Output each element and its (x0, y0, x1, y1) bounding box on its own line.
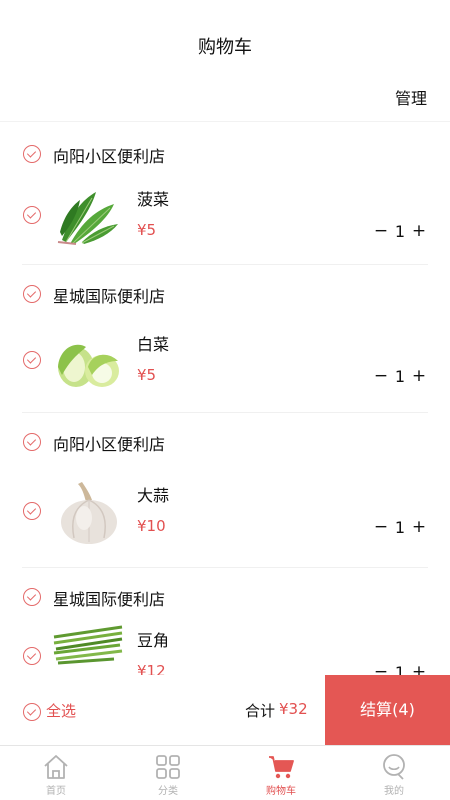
decrease-button[interactable]: − (372, 517, 390, 537)
increase-button[interactable]: + (410, 517, 428, 537)
decrease-button[interactable]: − (372, 221, 390, 241)
tab-label: 我的 (384, 786, 404, 797)
cart-item: 白菜 ¥5 − 1 + (0, 327, 450, 417)
home-icon (44, 755, 68, 779)
tab-category[interactable]: 分类 (112, 746, 224, 800)
store-checkbox[interactable] (23, 145, 41, 163)
spinach-image[interactable] (52, 182, 124, 248)
quantity-stepper: − 1 + (372, 220, 428, 242)
decrease-button[interactable]: − (372, 366, 390, 386)
store-header: 向阳小区便利店 (0, 134, 450, 174)
store-checkbox[interactable] (23, 588, 41, 606)
product-name: 豆角 (137, 631, 170, 650)
select-all-label[interactable]: 全选 (46, 700, 76, 721)
increase-button[interactable]: + (410, 221, 428, 241)
item-checkbox[interactable] (23, 206, 41, 224)
store-header: 星城国际便利店 (0, 577, 450, 617)
checkout-button[interactable]: 结算(4) (325, 675, 450, 745)
quantity-value[interactable]: 1 (390, 663, 410, 676)
item-checkbox[interactable] (23, 502, 41, 520)
cabbage-image[interactable] (52, 327, 124, 393)
store-checkbox[interactable] (23, 433, 41, 451)
category-icon (156, 755, 180, 779)
cart-item: 大蒜 ¥10 − 1 + (0, 478, 450, 568)
profile-icon (383, 754, 405, 780)
cart-item: 豆角 ¥12 − 1 + (0, 623, 450, 675)
tab-cart[interactable]: 购物车 (225, 746, 337, 800)
product-name: 白菜 (137, 335, 170, 354)
store-name: 向阳小区便利店 (53, 147, 166, 166)
total-amount: ¥32 (279, 700, 308, 718)
store-checkbox[interactable] (23, 285, 41, 303)
header: 购物车 管理 (0, 0, 450, 122)
divider (22, 264, 428, 265)
quantity-stepper: − 1 + (372, 516, 428, 538)
cart-list[interactable]: 向阳小区便利店 菠菜 ¥5 − 1 + 星城国际便利店 白菜 ¥5 − 1 + … (0, 123, 450, 675)
quantity-stepper: − 1 + (372, 365, 428, 387)
quantity-stepper: − 1 + (372, 661, 428, 675)
quantity-value[interactable]: 1 (390, 222, 410, 241)
quantity-value[interactable]: 1 (390, 367, 410, 386)
product-price: ¥5 (137, 366, 157, 384)
green-beans-image[interactable] (52, 623, 124, 675)
product-name: 大蒜 (137, 486, 170, 505)
product-price: ¥5 (137, 221, 157, 239)
tab-home[interactable]: 首页 (0, 746, 112, 800)
tab-bar: 首页 分类 购物车 我的 (0, 745, 450, 800)
product-price: ¥12 (137, 662, 166, 675)
tab-label: 分类 (158, 786, 178, 797)
item-checkbox[interactable] (23, 351, 41, 369)
store-header: 星城国际便利店 (0, 274, 450, 314)
cart-icon (269, 756, 294, 779)
store-name: 向阳小区便利店 (53, 435, 166, 454)
store-header: 向阳小区便利店 (0, 422, 450, 462)
increase-button[interactable]: + (410, 662, 428, 675)
quantity-value[interactable]: 1 (390, 518, 410, 537)
tab-label: 购物车 (266, 786, 296, 797)
select-all-checkbox[interactable] (23, 703, 41, 721)
cart-item: 菠菜 ¥5 − 1 + (0, 182, 450, 272)
store-name: 星城国际便利店 (53, 287, 166, 306)
garlic-image[interactable] (52, 478, 124, 544)
tab-label: 首页 (46, 786, 66, 797)
divider (22, 567, 428, 568)
divider (22, 412, 428, 413)
decrease-button[interactable]: − (372, 662, 390, 675)
page-title: 购物车 (198, 37, 252, 58)
tab-profile[interactable]: 我的 (338, 746, 450, 800)
product-name: 菠菜 (137, 190, 170, 209)
increase-button[interactable]: + (410, 366, 428, 386)
item-checkbox[interactable] (23, 647, 41, 665)
total-label: 合计 (245, 702, 276, 720)
manage-button[interactable]: 管理 (395, 85, 427, 109)
checkout-bar: 全选 合计 ¥32 结算(4) (0, 675, 450, 745)
store-name: 星城国际便利店 (53, 590, 166, 609)
product-price: ¥10 (137, 517, 166, 535)
